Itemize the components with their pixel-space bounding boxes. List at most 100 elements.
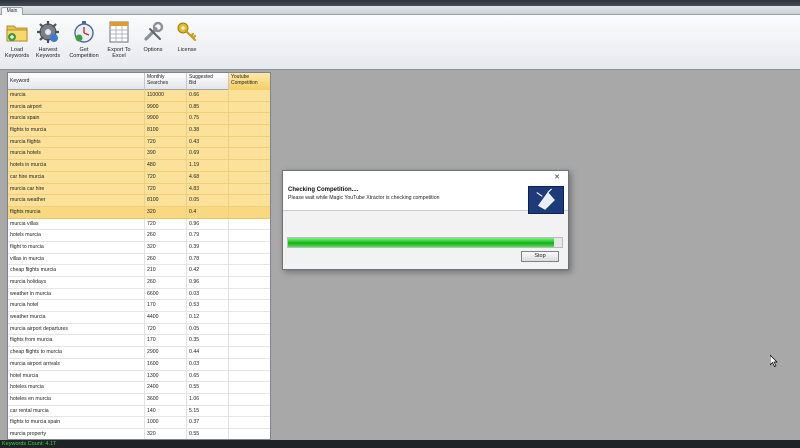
table-row[interactable]: murcia airport 9900 0.85 [8, 101, 270, 114]
suggested-bid-cell[interactable]: 0.55 [187, 428, 229, 439]
monthly-searches-cell[interactable]: 260 [145, 277, 187, 288]
header-suggested-bid[interactable]: Suggested Bid [187, 73, 229, 90]
header-keyword[interactable]: Keyword [8, 73, 145, 90]
table-row[interactable]: car hire murcia 720 4.68 [8, 171, 270, 184]
suggested-bid-cell[interactable]: 0.96 [187, 277, 229, 288]
youtube-competition-cell[interactable] [229, 160, 270, 171]
youtube-competition-cell[interactable] [229, 335, 270, 346]
suggested-bid-cell[interactable]: 0.85 [187, 101, 229, 113]
suggested-bid-cell[interactable]: 0.38 [187, 125, 229, 136]
monthly-searches-cell[interactable]: 720 [145, 183, 187, 195]
table-row[interactable]: hotels in murcia 480 1.19 [8, 160, 270, 172]
youtube-competition-cell[interactable] [229, 254, 270, 265]
monthly-searches-cell[interactable]: 720 [145, 171, 187, 183]
suggested-bid-cell[interactable]: 0.12 [187, 312, 229, 323]
table-row[interactable]: flights murcia 320 0.4 [8, 206, 270, 219]
monthly-searches-cell[interactable]: 1600 [145, 358, 187, 370]
table-row[interactable]: flights to murcia 8100 0.38 [8, 125, 270, 137]
suggested-bid-cell[interactable]: 0.05 [187, 195, 229, 206]
youtube-competition-cell[interactable] [229, 324, 270, 335]
keyword-cell[interactable]: car hire murcia [8, 171, 145, 183]
keyword-cell[interactable]: flights to murcia spain [8, 417, 145, 428]
keyword-cell[interactable]: murcia airport departures [8, 323, 145, 335]
monthly-searches-cell[interactable]: 110000 [145, 90, 187, 101]
suggested-bid-cell[interactable]: 4.83 [187, 183, 229, 195]
keyword-cell[interactable]: murcia airport [8, 101, 145, 113]
suggested-bid-cell[interactable]: 0.69 [187, 148, 229, 160]
suggested-bid-cell[interactable]: 0.43 [187, 136, 229, 148]
keyword-cell[interactable]: hoteles murcia [8, 382, 145, 393]
youtube-competition-cell[interactable] [229, 207, 270, 218]
monthly-searches-cell[interactable]: 720 [145, 136, 187, 148]
options-button[interactable]: Options [138, 19, 168, 65]
suggested-bid-cell[interactable]: 0.05 [187, 323, 229, 335]
youtube-competition-cell[interactable] [229, 394, 270, 405]
table-row[interactable]: weather murcia 4400 0.12 [8, 312, 270, 324]
suggested-bid-cell[interactable]: 0.79 [187, 230, 229, 241]
monthly-searches-cell[interactable]: 1000 [145, 417, 187, 428]
youtube-competition-cell[interactable] [229, 102, 270, 113]
monthly-searches-cell[interactable]: 1300 [145, 370, 187, 382]
keyword-cell[interactable]: weather in murcia [8, 288, 145, 300]
suggested-bid-cell[interactable]: 0.78 [187, 253, 229, 265]
keyword-cell[interactable]: murcia airport arrivals [8, 358, 145, 370]
keyword-cell[interactable]: car rental murcia [8, 405, 145, 417]
table-row[interactable]: flights from murcia 170 0.35 [8, 335, 270, 348]
keyword-cell[interactable]: murcia weather [8, 195, 145, 206]
monthly-searches-cell[interactable]: 3600 [145, 393, 187, 405]
youtube-competition-cell[interactable] [229, 382, 270, 393]
suggested-bid-cell[interactable]: 0.53 [187, 300, 229, 312]
monthly-searches-cell[interactable]: 720 [145, 323, 187, 335]
suggested-bid-cell[interactable]: 4.68 [187, 171, 229, 183]
suggested-bid-cell[interactable]: 0.03 [187, 358, 229, 370]
stop-button[interactable]: Stop [521, 251, 559, 262]
youtube-competition-cell[interactable] [229, 172, 270, 183]
header-youtube-competition[interactable]: Youtube Competition [229, 73, 270, 90]
table-row[interactable]: hoteles murcia 2400 0.55 [8, 382, 270, 394]
get-competition-button[interactable]: Get Competition [67, 19, 101, 65]
keyword-cell[interactable]: flights from murcia [8, 335, 145, 347]
suggested-bid-cell[interactable]: 0.65 [187, 370, 229, 382]
youtube-competition-cell[interactable] [229, 265, 270, 276]
youtube-competition-cell[interactable] [229, 359, 270, 370]
header-monthly-searches[interactable]: Monthly Searches [145, 73, 187, 90]
suggested-bid-cell[interactable]: 0.03 [187, 288, 229, 300]
table-row[interactable]: hoteles en murcia 3600 1.06 [8, 393, 270, 406]
close-icon[interactable]: ✕ [554, 173, 560, 181]
youtube-competition-cell[interactable] [229, 406, 270, 417]
youtube-competition-cell[interactable] [229, 195, 270, 206]
table-row[interactable]: murcia villas 720 0.96 [8, 218, 270, 231]
keyword-grid[interactable]: Keyword Monthly Searches Suggested Bid Y… [7, 72, 271, 440]
suggested-bid-cell[interactable]: 0.44 [187, 347, 229, 358]
keyword-cell[interactable]: murcia hotel [8, 300, 145, 312]
youtube-competition-cell[interactable] [229, 347, 270, 358]
keyword-cell[interactable]: flights murcia [8, 206, 145, 218]
youtube-competition-cell[interactable] [229, 230, 270, 241]
table-row[interactable]: hotel murcia 1300 0.65 [8, 370, 270, 383]
monthly-searches-cell[interactable]: 720 [145, 218, 187, 230]
table-row[interactable]: murcia airport departures 720 0.05 [8, 323, 270, 336]
monthly-searches-cell[interactable]: 8100 [145, 195, 187, 206]
monthly-searches-cell[interactable]: 170 [145, 335, 187, 347]
keyword-cell[interactable]: hoteles en murcia [8, 393, 145, 405]
monthly-searches-cell[interactable]: 170 [145, 300, 187, 312]
suggested-bid-cell[interactable]: 0.35 [187, 335, 229, 347]
keyword-cell[interactable]: weather murcia [8, 312, 145, 323]
monthly-searches-cell[interactable]: 260 [145, 230, 187, 241]
keyword-cell[interactable]: cheap flights to murcia [8, 347, 145, 358]
table-row[interactable]: cheap flights murcia 210 0.42 [8, 265, 270, 277]
table-row[interactable]: murcia hotel 170 0.53 [8, 300, 270, 313]
table-row[interactable]: car rental murcia 140 5.15 [8, 405, 270, 418]
keyword-cell[interactable]: murcia hotels [8, 148, 145, 160]
monthly-searches-cell[interactable]: 2400 [145, 382, 187, 393]
monthly-searches-cell[interactable]: 6600 [145, 288, 187, 300]
youtube-competition-cell[interactable] [229, 125, 270, 136]
keyword-cell[interactable]: murcia property [8, 428, 145, 439]
monthly-searches-cell[interactable]: 260 [145, 253, 187, 265]
youtube-competition-cell[interactable] [229, 371, 270, 382]
suggested-bid-cell[interactable]: 0.39 [187, 241, 229, 253]
table-row[interactable]: flight to murcia 320 0.39 [8, 241, 270, 254]
youtube-competition-cell[interactable] [229, 90, 270, 101]
keyword-cell[interactable]: hotel murcia [8, 370, 145, 382]
keyword-cell[interactable]: hotels in murcia [8, 160, 145, 171]
